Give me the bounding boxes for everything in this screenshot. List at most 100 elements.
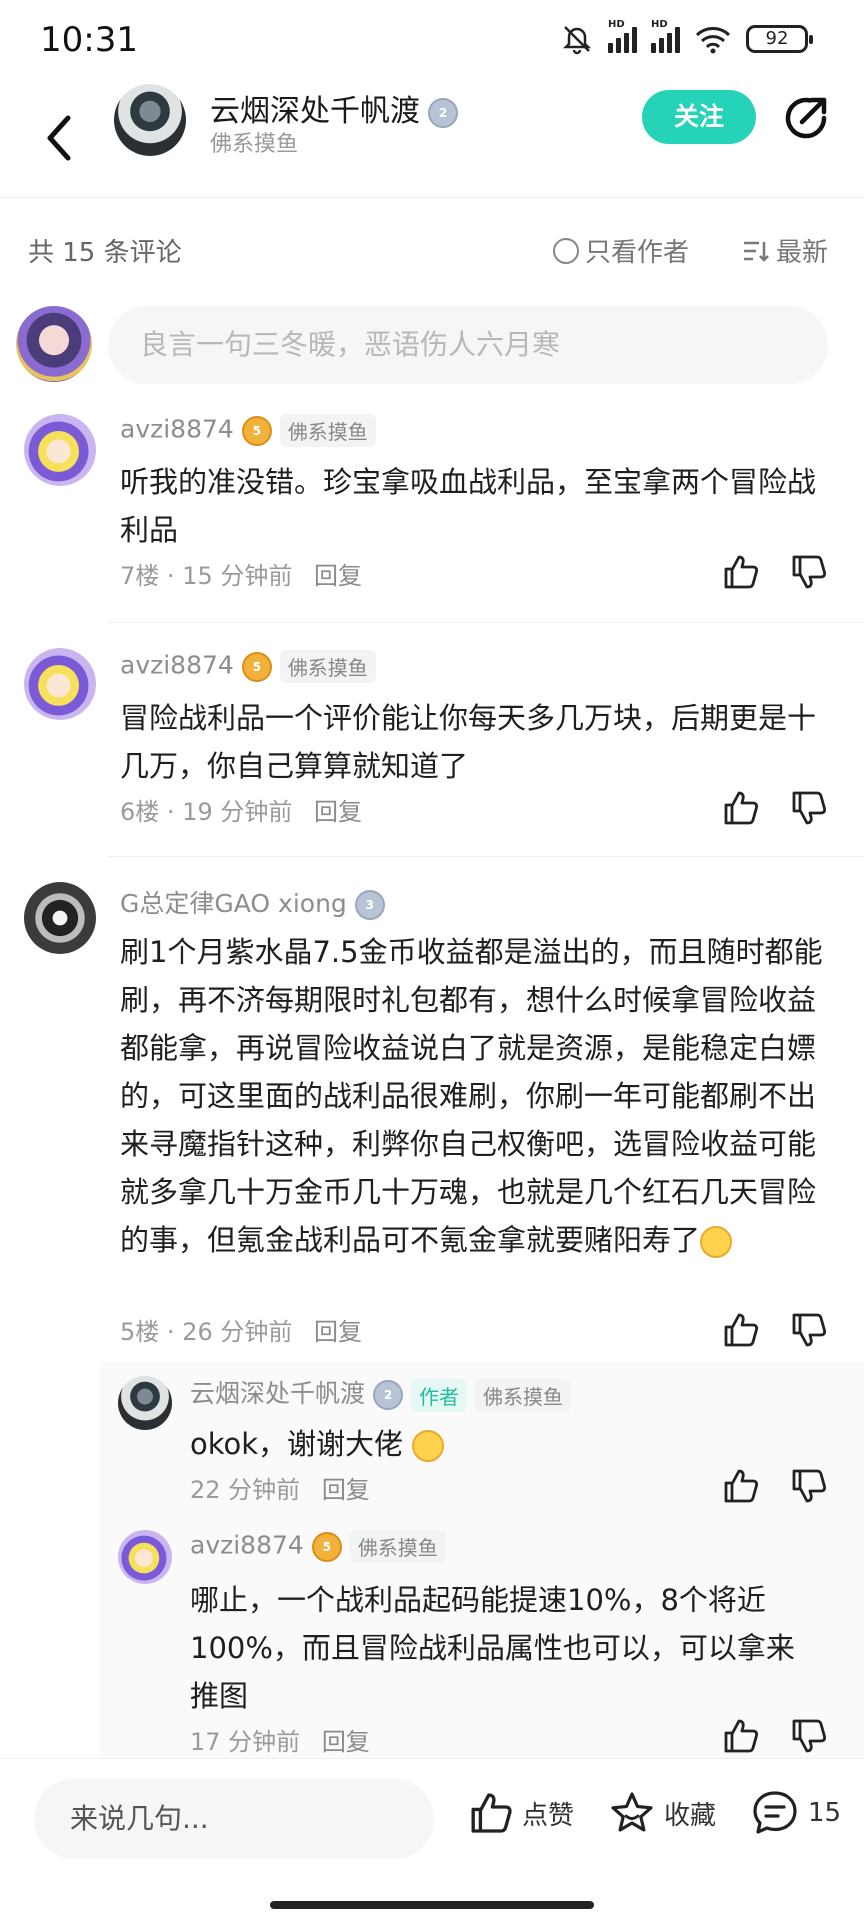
thinking-emoji-icon <box>700 1226 733 1258</box>
comment-text: 听我的准没错。珍宝拿吸血战利品，至宝拿两个冒险战利品 <box>120 465 817 547</box>
floor-number: 6楼 <box>120 798 160 826</box>
crying-emoji-icon <box>412 1430 445 1462</box>
signal-icon: HD <box>608 19 637 53</box>
author-title: 佛系摸鱼 <box>210 132 299 157</box>
favorite-label: 收藏 <box>664 1800 717 1831</box>
level-badge-icon: 5 <box>241 651 272 682</box>
share-icon[interactable] <box>780 92 832 144</box>
thumbs-up-icon <box>471 1793 512 1833</box>
like-button[interactable]: 点赞 <box>466 1789 574 1837</box>
level-badge-icon: 5 <box>241 415 272 446</box>
reply-button[interactable]: 回复 <box>314 562 362 590</box>
reply-time: 22 分钟前 <box>190 1476 301 1504</box>
wifi-icon <box>695 27 731 54</box>
comment-time: 15 分钟前 <box>182 562 293 590</box>
signal-icon: HD <box>651 19 680 53</box>
favorite-button[interactable]: 收藏 <box>608 1789 716 1837</box>
thumbs-down-icon[interactable] <box>788 1716 828 1756</box>
divider <box>108 622 864 623</box>
post-header: 云烟深处千帆渡 2 佛系摸鱼 关注 <box>0 80 864 198</box>
thumbs-down-icon[interactable] <box>788 552 828 592</box>
status-bar: 10:31 HD HD 92 <box>0 0 864 80</box>
meta-separator: · <box>166 1318 175 1346</box>
reply-text-content: okok，谢谢大佬 <box>190 1427 404 1461</box>
user-tag: 佛系摸鱼 <box>279 414 376 447</box>
follow-button[interactable]: 关注 <box>642 90 756 144</box>
level-badge-icon: 3 <box>354 890 385 920</box>
sort-label: 最新 <box>776 238 829 268</box>
comment-meta: 7楼 · 15 分钟前 回复 <box>120 556 362 591</box>
username-text: G总定律GAO xiong <box>120 889 347 918</box>
author-tag: 作者 <box>411 1378 468 1412</box>
thumbs-up-icon[interactable] <box>720 788 760 828</box>
thumbs-up-icon[interactable] <box>720 1466 760 1506</box>
comment-count: 共 15 条评论 <box>28 238 182 268</box>
thumbs-up-icon[interactable] <box>720 552 760 592</box>
hd-label: HD <box>651 19 668 30</box>
hd-label: HD <box>608 19 625 30</box>
reply-button[interactable]: 回复 <box>322 1728 370 1756</box>
level-badge-icon: 5 <box>311 1531 342 1562</box>
comment-username[interactable]: avzi8874 5 佛系摸鱼 <box>120 414 376 447</box>
user-avatar[interactable] <box>24 648 96 720</box>
level-badge-icon: 2 <box>373 1380 404 1410</box>
only-author-label: 只看作者 <box>585 238 690 268</box>
username-text: avzi8874 <box>190 1530 304 1560</box>
user-tag: 佛系摸鱼 <box>475 1378 572 1412</box>
reply-username[interactable]: avzi8874 5 佛系摸鱼 <box>190 1530 446 1563</box>
comment-username[interactable]: G总定律GAO xiong 3 <box>120 884 385 920</box>
my-avatar <box>16 306 92 382</box>
reply-meta: 17 分钟前 回复 <box>190 1722 370 1757</box>
user-avatar[interactable] <box>118 1530 172 1584</box>
author-avatar[interactable] <box>114 84 186 156</box>
comment-username[interactable]: avzi8874 5 佛系摸鱼 <box>120 650 376 683</box>
battery-indicator: 92 <box>746 25 813 53</box>
bottom-action-bar: 来说几句... 点赞 收藏 15 <box>0 1758 864 1920</box>
comment-text-content: 刷1个月紫水晶7.5金币收益都是溢出的，而且随时都能刷，再不济每期限时礼包都有，… <box>120 935 823 1257</box>
level-badge-icon: 2 <box>428 97 458 128</box>
thumbs-up-icon[interactable] <box>720 1310 760 1350</box>
username-text: avzi8874 <box>120 650 234 680</box>
status-time: 10:31 <box>40 20 138 60</box>
reply-button[interactable]: 回复 <box>314 798 362 826</box>
comment-input[interactable]: 良言一句三冬暖，恶语伤人六月寒 <box>108 306 828 384</box>
user-avatar[interactable] <box>24 882 96 954</box>
thumbs-down-icon[interactable] <box>788 1310 828 1350</box>
comment-text: 刷1个月紫水晶7.5金币收益都是溢出的，而且随时都能刷，再不济每期限时礼包都有，… <box>120 928 832 1264</box>
comment-meta: 6楼 · 19 分钟前 回复 <box>120 792 362 827</box>
username-text: 云烟深处千帆渡 <box>190 1379 366 1408</box>
only-author-toggle[interactable]: 只看作者 <box>553 232 689 269</box>
user-avatar[interactable] <box>24 414 96 486</box>
author-name-text: 云烟深处千帆渡 <box>210 94 420 129</box>
comment-item: avzi8874 5 佛系摸鱼 冒险战利品一个评价能让你每天多几万块，后期更是十几万… <box>0 646 864 856</box>
sort-icon <box>744 241 769 262</box>
floor-number: 7楼 <box>120 562 160 590</box>
user-tag: 佛系摸鱼 <box>349 1530 446 1563</box>
back-icon[interactable] <box>36 102 84 174</box>
divider <box>108 856 864 857</box>
reply-item: avzi8874 5 佛系摸鱼 哪止，一个战利品起码能提速10%，8个将近100%，… <box>0 1526 864 1756</box>
reply-username[interactable]: 云烟深处千帆渡 2 作者 佛系摸鱼 <box>190 1374 572 1412</box>
star-icon <box>611 1792 653 1832</box>
thumbs-up-icon[interactable] <box>720 1716 760 1756</box>
comment-bubble-icon <box>753 1791 797 1834</box>
meta-separator: · <box>166 562 175 590</box>
comment-time: 26 分钟前 <box>182 1318 293 1346</box>
home-indicator[interactable] <box>270 1901 594 1909</box>
thumbs-down-icon[interactable] <box>788 1466 828 1506</box>
like-label: 点赞 <box>522 1800 575 1831</box>
reply-button[interactable]: 回复 <box>322 1476 370 1504</box>
comment-meta: 5楼 · 26 分钟前 回复 <box>120 1312 362 1347</box>
reply-text: okok，谢谢大佬 <box>190 1420 830 1468</box>
reply-input[interactable]: 来说几句... <box>34 1779 434 1859</box>
reply-button[interactable]: 回复 <box>314 1318 362 1346</box>
comment-item: G总定律GAO xiong 3 刷1个月紫水晶7.5金币收益都是溢出的，而且随时都… <box>0 880 864 1350</box>
reply-text: 哪止，一个战利品起码能提速10%，8个将近100%，而且冒险战利品属性也可以，可… <box>190 1583 795 1713</box>
thumbs-down-icon[interactable] <box>788 788 828 828</box>
comments-button[interactable]: 15 <box>750 1789 841 1837</box>
reply-time: 17 分钟前 <box>190 1728 301 1756</box>
floor-number: 5楼 <box>120 1318 160 1346</box>
sort-button[interactable]: 最新 <box>742 232 828 269</box>
user-avatar[interactable] <box>118 1376 172 1430</box>
author-name[interactable]: 云烟深处千帆渡 2 <box>210 86 458 130</box>
